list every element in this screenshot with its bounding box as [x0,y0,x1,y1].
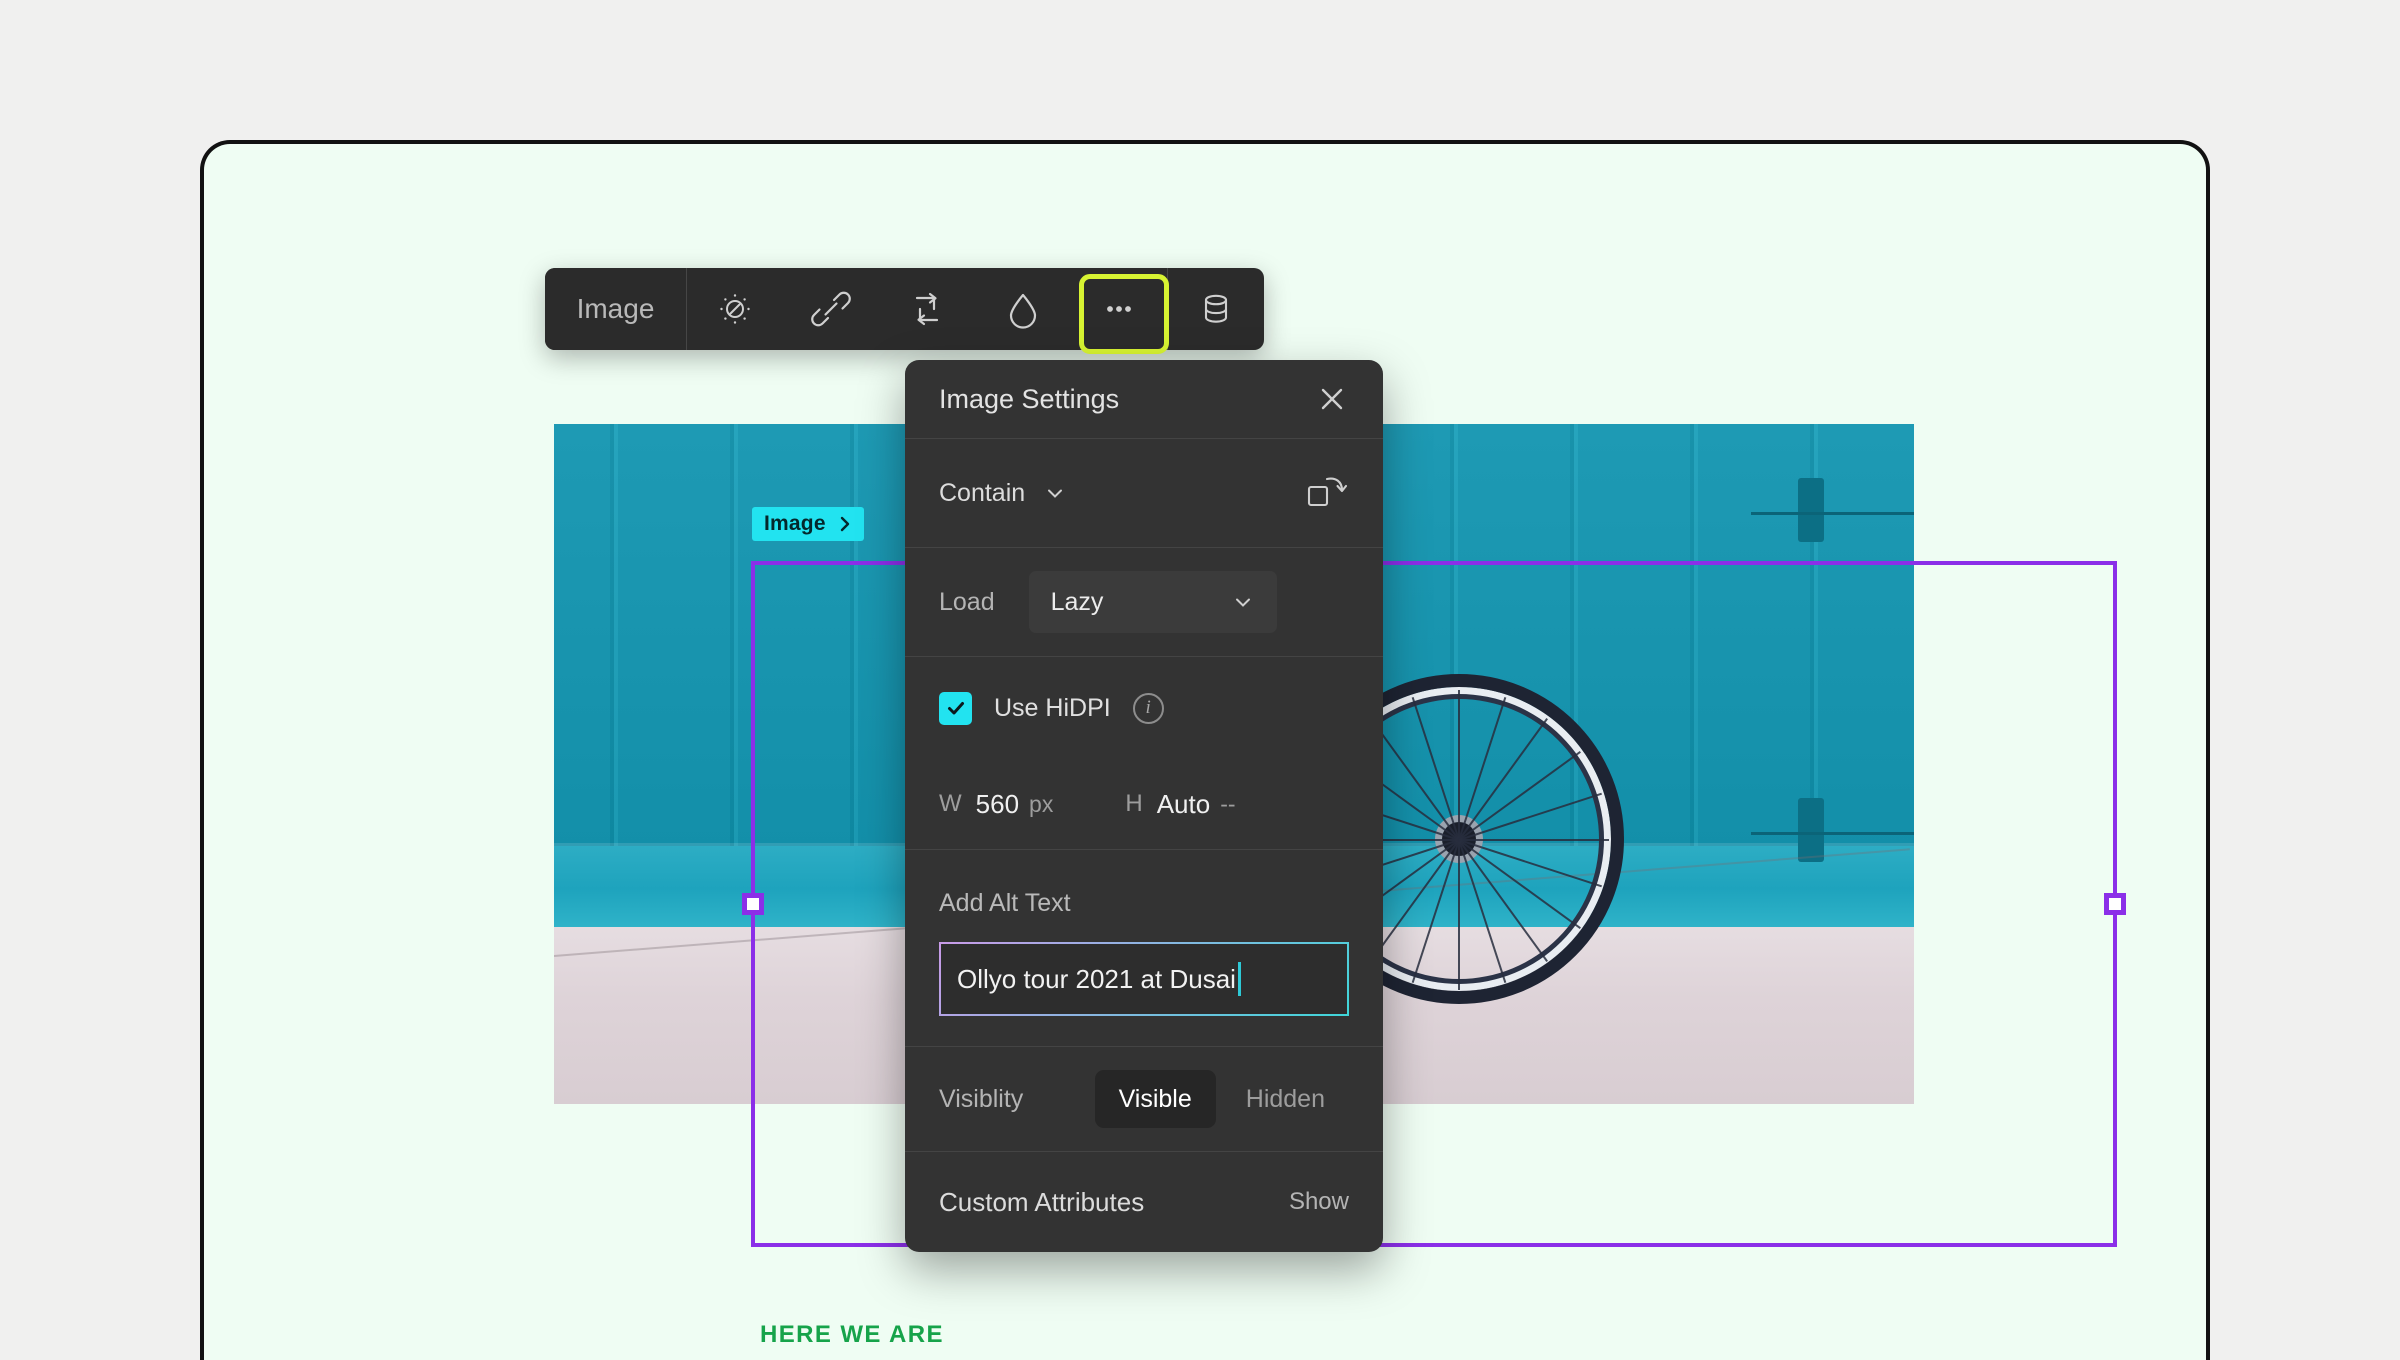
section-eyebrow: HERE WE ARE [760,1321,944,1348]
resize-handle-right[interactable] [2104,893,2126,915]
load-row: Load Lazy [905,548,1383,656]
visibility-option-visible[interactable]: Visible [1094,1070,1216,1128]
custom-attributes-label: Custom Attributes [939,1186,1145,1217]
height-key: H [1125,790,1143,817]
visibility-label: Visiblity [939,1084,1024,1113]
close-icon[interactable] [1315,382,1349,416]
load-select[interactable]: Lazy [1028,571,1277,633]
chevron-down-icon [1048,489,1063,498]
link-icon[interactable] [783,268,879,350]
more-options-icon[interactable] [1071,268,1169,354]
photo-hinge-top [1798,478,1825,543]
alt-text-input[interactable]: Ollyo tour 2021 at Dusai [939,942,1349,1016]
image-badge-label: Image [764,512,826,535]
screenshot-root: Image HERE WE ARE We are a dynamic agenc… [0,0,2400,1360]
replace-icon[interactable] [879,268,975,350]
width-unit: px [1029,790,1054,817]
image-breadcrumb-badge[interactable]: Image [752,507,864,541]
alt-text-field-wrap: Ollyo tour 2021 at Dusai [905,924,1383,1046]
object-fit-select[interactable]: Contain [939,479,1067,508]
info-icon[interactable]: i [1132,692,1164,724]
droplet-icon[interactable] [975,268,1071,350]
rotate-reset-icon[interactable] [1303,471,1349,516]
load-label: Load [939,587,995,616]
chevron-down-icon [1235,598,1250,607]
hidpi-checkbox[interactable] [939,691,972,725]
chevron-right-icon [840,516,849,532]
width-key: W [939,790,962,817]
visibility-toggle: Visible Hidden [1094,1070,1349,1128]
adjust-brightness-icon[interactable] [687,268,783,350]
alt-text-heading: Add Alt Text [905,850,1383,924]
height-unit: -- [1220,790,1236,817]
alt-text-value: Ollyo tour 2021 at Dusai [957,963,1236,994]
object-fit-value: Contain [939,478,1026,507]
text-cursor [1237,962,1241,996]
visibility-row: Visiblity Visible Hidden [905,1047,1383,1151]
dimensions-row: W 560 px H Auto -- [905,759,1383,849]
alt-text-label: Add Alt Text [939,889,1071,917]
photo-hinge-line-bottom [1750,832,1914,835]
object-fit-row: Contain [905,439,1383,547]
width-value[interactable]: 560 [976,789,1019,820]
photo-hinge-bottom [1798,798,1825,862]
custom-attributes-row[interactable]: Custom Attributes Show [905,1152,1383,1252]
hidpi-label: Use HiDPI [994,693,1111,722]
toolbar-type-label[interactable]: Image [545,268,687,350]
panel-header: Image Settings [905,360,1383,438]
custom-attributes-show-link[interactable]: Show [1289,1188,1349,1216]
database-icon[interactable] [1168,268,1264,350]
image-settings-panel: Image Settings Contain Load Lazy Use HiD… [905,360,1383,1252]
visibility-option-hidden[interactable]: Hidden [1222,1070,1349,1128]
hidpi-row: Use HiDPI i [905,657,1383,759]
check-icon [947,702,964,715]
load-value: Lazy [1050,587,1104,616]
height-value[interactable]: Auto [1157,789,1211,820]
photo-hinge-line-top [1750,512,1914,516]
panel-title: Image Settings [939,383,1120,414]
image-toolbar: Image [545,268,1264,354]
